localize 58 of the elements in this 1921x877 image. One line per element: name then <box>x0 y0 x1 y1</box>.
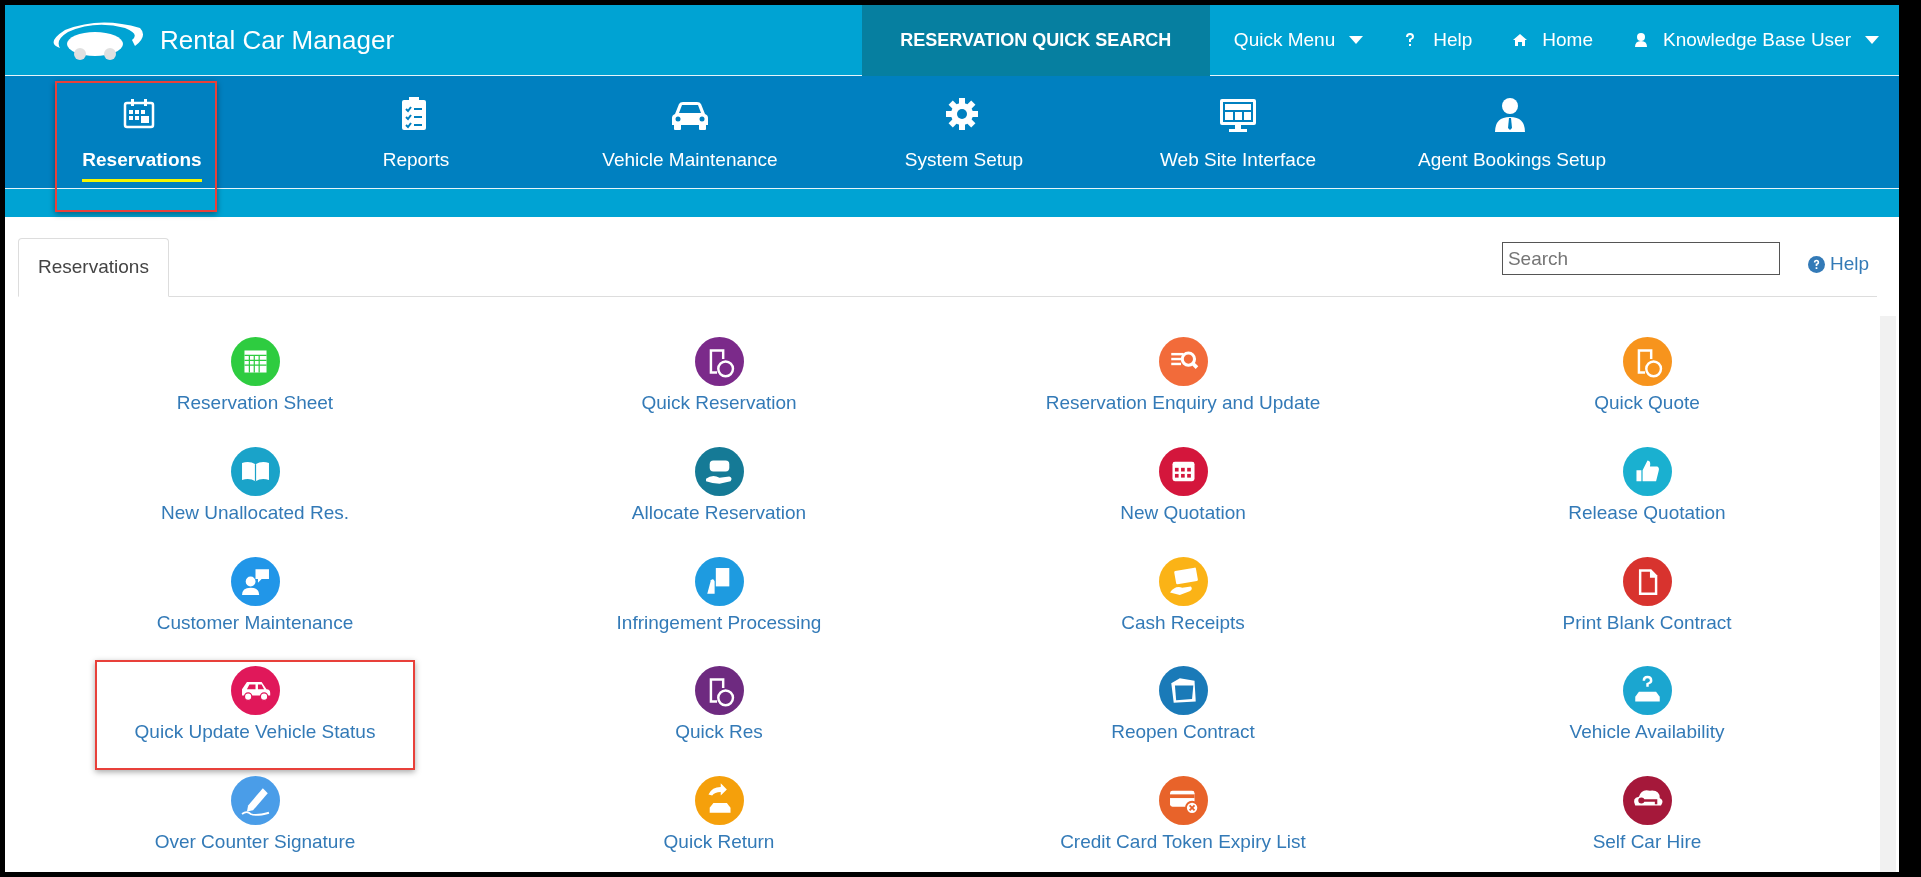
menu-link[interactable]: Quick Res <box>675 718 763 747</box>
car-icon <box>230 666 280 716</box>
menu-link[interactable]: Credit Card Token Expiry List <box>1060 828 1306 857</box>
module-tab[interactable]: Reservations <box>5 76 279 188</box>
menu-link[interactable]: Self Car Hire <box>1592 828 1702 857</box>
caret-icon <box>1349 36 1364 44</box>
pen-signature-icon <box>230 776 280 826</box>
car-return-icon <box>694 776 744 826</box>
nav-menu-item[interactable]: Knowledge Base User <box>1613 5 1899 76</box>
menu-link[interactable]: Customer Maintenance <box>156 608 354 638</box>
home-icon <box>1512 32 1529 48</box>
menu-link[interactable]: Allocate Reservation <box>631 498 807 528</box>
module-tab[interactable]: System Setup <box>827 76 1101 188</box>
app-title: Rental Car Manager <box>160 23 395 57</box>
menu-link[interactable]: New Unallocated Res. <box>161 498 349 528</box>
menu-link[interactable]: Vehicle Availability <box>1569 718 1725 747</box>
search-field[interactable]: Search <box>1501 242 1780 275</box>
menu-link[interactable]: Reservation Enquiry and Update <box>1045 389 1321 418</box>
menu-link[interactable]: Reservation Sheet <box>176 389 334 418</box>
list-search-icon <box>1158 337 1208 386</box>
menu-link[interactable]: New Quotation <box>1120 498 1246 528</box>
menu-link[interactable]: Quick Reservation <box>641 389 797 418</box>
module-tab[interactable]: Web Site Interface <box>1101 76 1375 188</box>
menu-link[interactable]: Reopen Contract <box>1111 718 1255 747</box>
hand-document-icon <box>694 556 744 606</box>
help-icon <box>1807 255 1825 273</box>
document-icon <box>1622 556 1672 606</box>
person-chat-icon <box>230 556 280 606</box>
quick-search-button[interactable]: RESERVATION QUICK SEARCH <box>861 5 1210 76</box>
calendar-icon <box>1158 446 1208 496</box>
help-link[interactable]: Help <box>1807 250 1869 279</box>
module-tab[interactable]: Reports <box>279 76 553 188</box>
menu-link[interactable]: Infringement Processing <box>616 608 822 638</box>
nav-menu-item[interactable]: Help <box>1383 5 1493 76</box>
monitor-icon <box>1218 96 1258 132</box>
module-tab[interactable]: Agent Bookings Setup <box>1375 76 1649 188</box>
menu-link[interactable]: Print Blank Contract <box>1562 608 1732 638</box>
clipboard-timer-icon <box>694 337 744 386</box>
credit-card-cancel-icon <box>1158 776 1208 826</box>
menu-link[interactable]: Cash Receipts <box>1121 608 1245 638</box>
book-icon <box>230 446 280 496</box>
menu-link[interactable]: Quick Return <box>663 828 775 857</box>
menu-link[interactable]: Release Quotation <box>1568 498 1726 528</box>
cloud-key-icon <box>1622 776 1672 826</box>
nav-menu-item[interactable]: Home <box>1492 5 1613 76</box>
module-tab[interactable]: Vehicle Maintenance <box>553 76 827 188</box>
menu-link[interactable]: Quick Quote <box>1594 389 1700 418</box>
menu-link[interactable]: Over Counter Signature <box>154 828 356 857</box>
car-question-icon <box>1622 666 1672 716</box>
calendar-icon <box>230 337 280 386</box>
page-tab[interactable]: Reservations <box>18 237 169 297</box>
user-icon <box>1633 32 1649 48</box>
nav-menu-item[interactable]: Quick Menu <box>1213 5 1384 76</box>
menu-link[interactable]: Quick Update Vehicle Status <box>134 718 376 747</box>
clipboard-timer-icon <box>1622 337 1672 386</box>
thumbs-up-icon <box>1622 446 1672 496</box>
caret-icon <box>1865 36 1879 44</box>
clipboard-timer-icon <box>694 666 744 716</box>
